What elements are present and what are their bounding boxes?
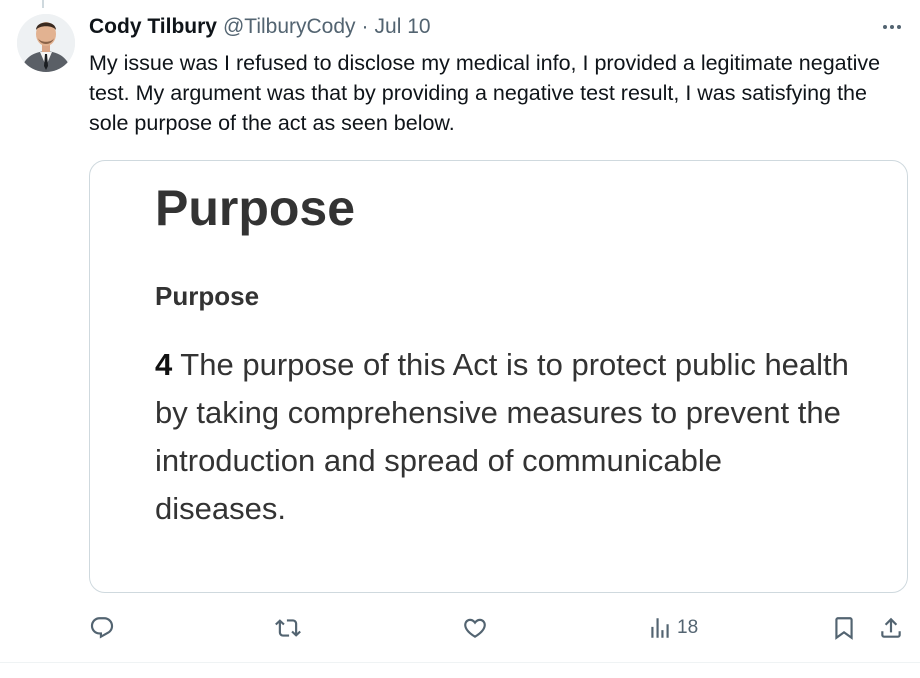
thread-connector-line [42,0,44,8]
more-options-button[interactable] [878,14,906,40]
avatar-image [17,14,75,72]
tweet-text: My issue was I refused to disclose my me… [89,51,881,135]
views-button[interactable]: 18 [647,610,698,646]
document-body: 4 The purpose of this Act is to protect … [155,341,855,533]
heart-icon [464,618,486,638]
retweet-icon [275,619,301,637]
document-heading: Purpose [155,180,356,236]
media-image[interactable]: Purpose Purpose 4 The purpose of this Ac… [89,160,908,593]
reply-button[interactable] [89,610,115,646]
reply-icon [90,617,114,639]
tweet-header: Cody Tilbury @TilburyCody · Jul 10 [89,14,908,40]
retweet-button[interactable] [275,610,301,646]
separator-dot: · [361,15,369,38]
divider [0,662,920,663]
avatar[interactable] [17,14,75,72]
tweet-date[interactable]: Jul 10 [375,15,431,39]
views-icon [651,618,669,638]
bookmark-button[interactable] [831,610,857,646]
more-horizontal-icon [883,25,901,29]
share-icon [881,617,901,638]
document-subheading: Purpose [155,281,260,311]
action-bar: 18 [89,610,911,646]
like-button[interactable] [462,610,488,646]
share-button[interactable] [878,610,904,646]
views-count: 18 [677,617,699,638]
bookmark-icon [835,617,853,640]
author-handle[interactable]: @TilburyCody [223,15,356,39]
author-name[interactable]: Cody Tilbury [89,15,217,39]
section-number: 4 [155,347,173,382]
section-text: The purpose of this Act is to protect pu… [155,347,849,526]
